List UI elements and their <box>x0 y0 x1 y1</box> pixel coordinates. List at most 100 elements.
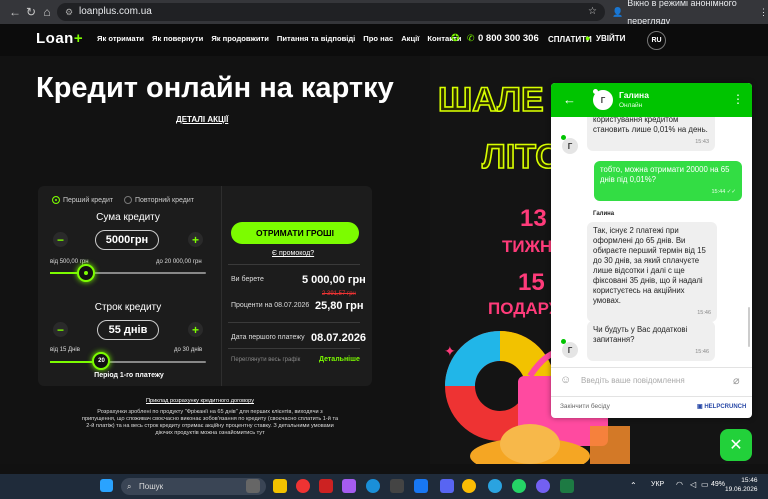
chat-widget: ← Г Галина Онлайн ⋮ Г користування креди… <box>551 83 752 418</box>
message-out: тобто, можна отримати 20000 на 65 днів п… <box>594 161 742 201</box>
url-text: loanplus.com.ua <box>79 6 152 17</box>
task-view-icon[interactable] <box>246 479 260 493</box>
edge-icon[interactable] <box>366 479 380 493</box>
schedule-label[interactable]: Переглянути весь графік <box>231 357 300 363</box>
term-plus-button[interactable]: + <box>188 322 203 337</box>
menu-dots-icon[interactable]: ⋮ <box>759 3 768 21</box>
nav-link-about[interactable]: Про нас <box>363 34 393 43</box>
message-time: 15:46 <box>697 310 711 316</box>
disclaimer-text: Розрахунки зроблені по продукту "Фріжані… <box>81 409 339 436</box>
battery-percent: 49% <box>711 481 726 488</box>
site-logo[interactable]: Loan+ <box>36 30 83 47</box>
amount-minus-button[interactable]: − <box>53 232 68 247</box>
emoji-icon[interactable]: ☺ <box>560 374 571 386</box>
site-header: Loan+ Як отримати Як повернути Як продов… <box>0 24 768 56</box>
opera-icon[interactable] <box>296 479 310 493</box>
read-check-icon: ✓✓ <box>726 189 736 195</box>
teams-icon[interactable] <box>440 479 454 493</box>
windows-start-icon[interactable] <box>100 479 113 492</box>
chat-back-icon[interactable]: ← <box>563 92 576 107</box>
chat-close-button[interactable]: ✕ <box>720 429 752 461</box>
main-nav: Як отримати Як повернути Як продовжити П… <box>97 34 461 43</box>
agent-status: Онлайн <box>619 102 643 109</box>
message-input[interactable]: Введіть ваше повідомлення <box>581 376 685 385</box>
radio-repeat-loan[interactable]: Повторний кредит <box>124 196 194 204</box>
nav-link-how-to-repay[interactable]: Як повернути <box>152 34 203 43</box>
tray-chevron-icon[interactable]: ⌃ <box>630 481 637 490</box>
attachment-icon[interactable]: ⌀ <box>733 374 740 387</box>
telegram-icon[interactable] <box>488 479 502 493</box>
home-icon[interactable]: ⌂ <box>38 3 56 21</box>
interest-old-value: 2 391,57 грн <box>322 291 356 297</box>
handle-dot-icon <box>83 271 88 275</box>
radio-first-label: Перший кредит <box>63 196 114 204</box>
message-in: Чи будуть у Вас додаткові запитання? 15:… <box>587 321 715 361</box>
term-value[interactable]: 55 днів <box>97 320 159 340</box>
clock-time: 15:46 <box>741 477 758 484</box>
radio-checked-icon <box>52 196 60 204</box>
radio-first-loan[interactable]: Перший кредит <box>52 196 113 204</box>
chat-scrollbar[interactable] <box>748 307 750 347</box>
address-bar[interactable]: ⚙ loanplus.com.ua ☆ <box>57 3 605 21</box>
chrome-icon[interactable] <box>462 479 476 493</box>
viber-icon[interactable] <box>536 479 550 493</box>
promo-line-2: ЛІТО <box>482 138 562 176</box>
radio-unchecked-icon <box>124 196 132 204</box>
chat-menu-icon[interactable]: ⋮ <box>732 92 744 106</box>
language-switch[interactable]: RU <box>647 31 666 50</box>
promo-code-link[interactable]: Є промокод? <box>272 250 314 257</box>
message-sender: Галина <box>593 211 615 217</box>
end-chat-link[interactable]: Закінчити бесіду <box>560 403 610 410</box>
amount-value[interactable]: 5000грн <box>95 230 159 250</box>
amount-slider-handle[interactable] <box>76 264 95 282</box>
whatsapp-icon[interactable] <box>512 479 526 493</box>
bookmark-star-icon[interactable]: ☆ <box>588 3 597 21</box>
dropbox-icon[interactable] <box>414 479 428 493</box>
nav-link-promos[interactable]: Акції <box>401 34 419 43</box>
taskbar-clock[interactable]: 15:46 19.06.2026 <box>725 477 758 494</box>
first-payment-value: 08.07.2026 <box>311 332 367 344</box>
volume-icon[interactable]: ◁ <box>690 480 696 489</box>
amount-label: Сума кредиту <box>96 212 160 223</box>
example-link[interactable]: Приклад розрахунку кредитного договору <box>146 398 254 404</box>
promo-line-6: ПОДАРУ <box>488 299 560 318</box>
excel-icon[interactable] <box>560 479 574 493</box>
deals-link[interactable]: ДЕТАЛІ АКЦІЇ <box>176 115 228 124</box>
app-icon[interactable] <box>390 479 404 493</box>
battery-icon[interactable]: ▭ <box>701 480 709 489</box>
nav-link-how-to-get[interactable]: Як отримати <box>97 34 144 43</box>
file-explorer-icon[interactable] <box>273 479 287 493</box>
message-time: 15:46 <box>695 349 709 355</box>
taskbar-search[interactable]: ⌕ Пошук <box>121 478 266 495</box>
nav-link-how-to-extend[interactable]: Як продовжити <box>211 34 269 43</box>
logo-text: Loan <box>36 30 74 47</box>
message-text: Так, існує 2 платежі при оформлені до 65… <box>593 226 706 305</box>
wifi-icon[interactable]: ◠ <box>676 480 683 489</box>
copilot-icon[interactable] <box>342 479 356 493</box>
get-money-button[interactable]: ОТРИМАТИ ГРОШІ <box>231 222 359 244</box>
site-info-icon[interactable]: ⚙ <box>65 3 73 21</box>
details-link[interactable]: Детальніше <box>319 356 360 363</box>
message-text: користування кредитом становить лише 0,0… <box>593 117 708 134</box>
term-minus-button[interactable]: − <box>53 322 68 337</box>
input-language[interactable]: УКР <box>651 481 664 488</box>
amount-plus-button[interactable]: + <box>188 232 203 247</box>
nav-link-faq[interactable]: Питання та відповіді <box>277 34 355 43</box>
incognito-icon: 👤 <box>612 7 624 17</box>
app-l-icon[interactable] <box>319 479 333 493</box>
windows-taskbar: ⌕ Пошук ⌃ УКР ◠ ◁ ▭ 49% 15:46 19.06.2026 <box>0 474 768 499</box>
clock-date: 19.06.2026 <box>725 485 758 493</box>
message-time: 15:43 <box>695 139 709 145</box>
result-divider <box>228 264 360 265</box>
online-dot-icon <box>561 339 566 344</box>
phone-number[interactable]: 0 800 300 306 <box>478 33 539 44</box>
search-icon: ⌕ <box>127 482 132 491</box>
borrow-value: 5 000,00 грн <box>302 274 366 286</box>
term-slider-handle[interactable]: 20 <box>92 352 111 370</box>
agent-avatar-small: Г <box>562 342 578 358</box>
incognito-indicator[interactable]: 👤 Вікно в режимі анонімного перегляду ⋮ <box>612 0 768 26</box>
login-link[interactable]: УВІЙТИ <box>596 34 625 43</box>
promo-line-1: ШАЛЕ <box>438 81 544 119</box>
term-max: до 30 днів <box>174 347 203 353</box>
star-icon: ✦ <box>444 343 456 359</box>
